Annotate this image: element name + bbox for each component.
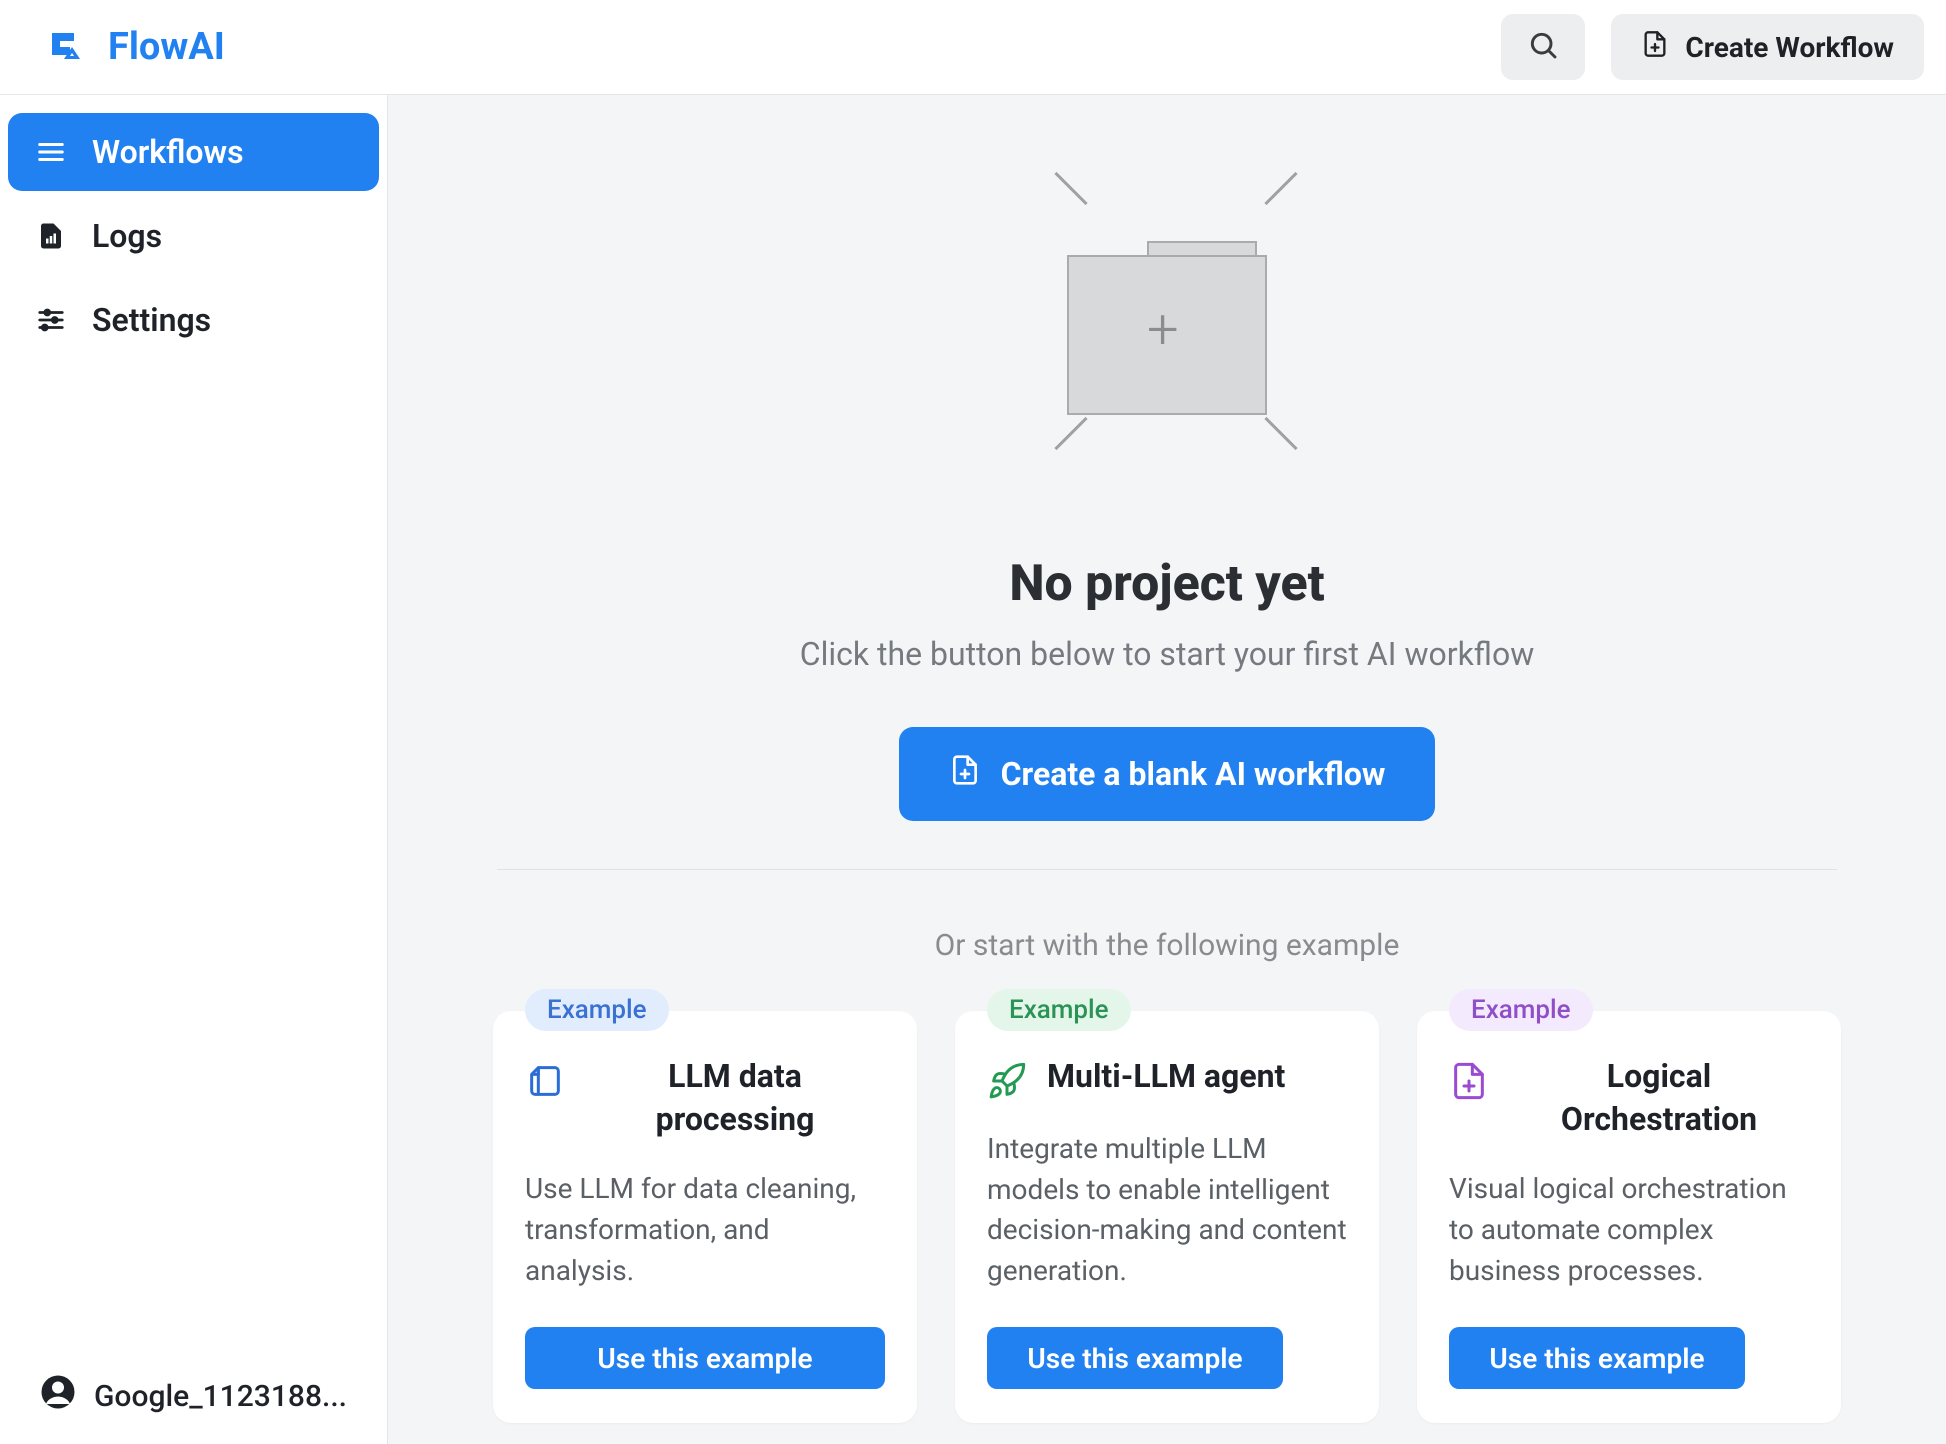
example-card-multi-llm-agent: Example Multi-LLM agent Integrat bbox=[955, 1011, 1379, 1423]
menu-icon bbox=[34, 135, 68, 169]
file-plus-icon bbox=[1449, 1061, 1489, 1101]
sidebar-item-label: Settings bbox=[92, 301, 211, 339]
example-description: Integrate multiple LLM models to enable … bbox=[987, 1129, 1347, 1291]
example-cards: Example LLM data processing Use LLM for … bbox=[493, 1011, 1841, 1423]
sidebar-user-name: Google_1123188... bbox=[94, 1379, 347, 1414]
sidebar-item-logs[interactable]: Logs bbox=[8, 197, 379, 275]
app-header: FlowAI Create Workflow bbox=[0, 0, 1946, 95]
empty-state-subtitle: Click the button below to start your fir… bbox=[800, 635, 1535, 673]
sidebar-user[interactable]: Google_1123188... bbox=[8, 1356, 379, 1436]
example-description: Visual logical orchestration to automate… bbox=[1449, 1169, 1809, 1291]
sliders-icon bbox=[34, 303, 68, 337]
example-description: Use LLM for data cleaning, transformatio… bbox=[525, 1169, 885, 1291]
create-workflow-button[interactable]: Create Workflow bbox=[1611, 14, 1924, 80]
section-divider bbox=[497, 869, 1837, 870]
create-workflow-label: Create Workflow bbox=[1685, 31, 1894, 64]
example-title: LLM data processing bbox=[585, 1055, 885, 1141]
create-blank-workflow-label: Create a blank AI workflow bbox=[1001, 755, 1386, 793]
sidebar-item-label: Workflows bbox=[92, 133, 244, 171]
example-card-llm-data-processing: Example LLM data processing Use LLM for … bbox=[493, 1011, 917, 1423]
sheets-icon bbox=[525, 1061, 565, 1101]
empty-state-title: No project yet bbox=[1009, 555, 1324, 613]
file-plus-icon bbox=[949, 754, 981, 794]
use-example-button[interactable]: Use this example bbox=[1449, 1327, 1745, 1389]
brand-name: FlowAI bbox=[108, 25, 225, 69]
use-example-button[interactable]: Use this example bbox=[525, 1327, 885, 1389]
sidebar-item-settings[interactable]: Settings bbox=[8, 281, 379, 359]
file-plus-icon bbox=[1641, 30, 1669, 65]
sidebar: Workflows Logs bbox=[0, 95, 388, 1444]
search-icon bbox=[1527, 29, 1559, 65]
sidebar-item-label: Logs bbox=[92, 217, 162, 255]
example-badge: Example bbox=[1449, 989, 1593, 1031]
example-badge: Example bbox=[987, 989, 1131, 1031]
examples-intro: Or start with the following example bbox=[935, 928, 1400, 963]
main-content: + No project yet Click the button below … bbox=[388, 95, 1946, 1444]
use-example-button[interactable]: Use this example bbox=[987, 1327, 1283, 1389]
empty-folder-illustration: + bbox=[1027, 165, 1307, 445]
create-blank-workflow-button[interactable]: Create a blank AI workflow bbox=[899, 727, 1436, 821]
sidebar-item-workflows[interactable]: Workflows bbox=[8, 113, 379, 191]
user-avatar-icon bbox=[40, 1374, 76, 1418]
search-button[interactable] bbox=[1501, 14, 1585, 80]
example-title: Logical Orchestration bbox=[1509, 1055, 1809, 1141]
example-card-logical-orchestration: Example Logical Orchestration Visual log… bbox=[1417, 1011, 1841, 1423]
sidebar-nav: Workflows Logs bbox=[8, 113, 379, 359]
file-chart-icon bbox=[34, 219, 68, 253]
example-title: Multi-LLM agent bbox=[1047, 1055, 1347, 1098]
header-actions: Create Workflow bbox=[1501, 14, 1924, 80]
example-badge: Example bbox=[525, 989, 669, 1031]
rocket-icon bbox=[987, 1061, 1027, 1101]
brand-logo-icon bbox=[42, 23, 90, 71]
brand[interactable]: FlowAI bbox=[42, 23, 225, 71]
